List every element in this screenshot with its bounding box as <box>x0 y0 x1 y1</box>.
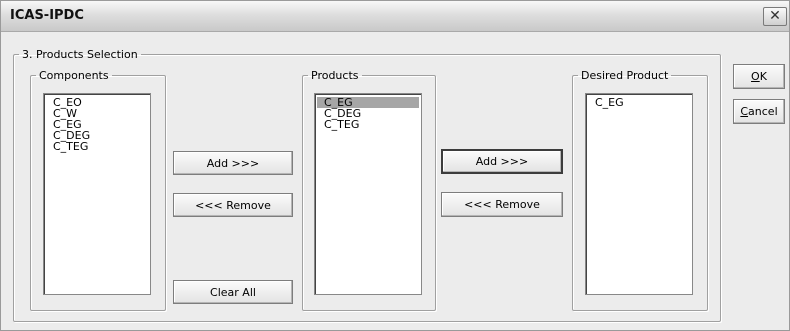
cancel-label-rest: ancel <box>748 105 778 118</box>
list-item[interactable]: C_TEG <box>46 141 148 152</box>
cancel-mnemonic: C <box>740 105 749 118</box>
desired-product-legend: Desired Product <box>581 69 669 82</box>
add-product-button[interactable]: Add >>> <box>441 149 563 174</box>
components-legend: Components <box>39 69 109 82</box>
cancel-button[interactable]: Cancel <box>733 99 785 124</box>
remove-component-button[interactable]: <<< Remove <box>173 193 293 217</box>
close-button[interactable]: ✕ <box>763 7 787 26</box>
remove-product-button[interactable]: <<< Remove <box>441 192 563 217</box>
desired-product-listbox[interactable]: C_EG <box>585 93 693 295</box>
add-component-button[interactable]: Add >>> <box>173 151 293 175</box>
ok-mnemonic: O <box>751 70 760 83</box>
title-bar[interactable]: ICAS-IPDC ✕ <box>1 1 789 32</box>
window-title: ICAS-IPDC <box>10 8 84 23</box>
products-listbox[interactable]: C_EG C_DEG C_TEG <box>314 93 422 295</box>
close-icon: ✕ <box>769 8 781 24</box>
list-item[interactable]: C_EG <box>588 97 690 108</box>
products-legend: Products <box>311 69 359 82</box>
clear-all-button[interactable]: Clear All <box>173 280 293 304</box>
dialog-window: ICAS-IPDC ✕ 3. Products Selection Compon… <box>0 0 790 331</box>
ok-label-rest: K <box>759 70 767 83</box>
ok-button[interactable]: OK <box>733 64 785 89</box>
components-listbox[interactable]: C_EO C_W C_EG C_DEG C_TEG <box>43 93 151 295</box>
products-selection-legend: 3. Products Selection <box>22 48 138 61</box>
list-item[interactable]: C_TEG <box>317 119 419 130</box>
